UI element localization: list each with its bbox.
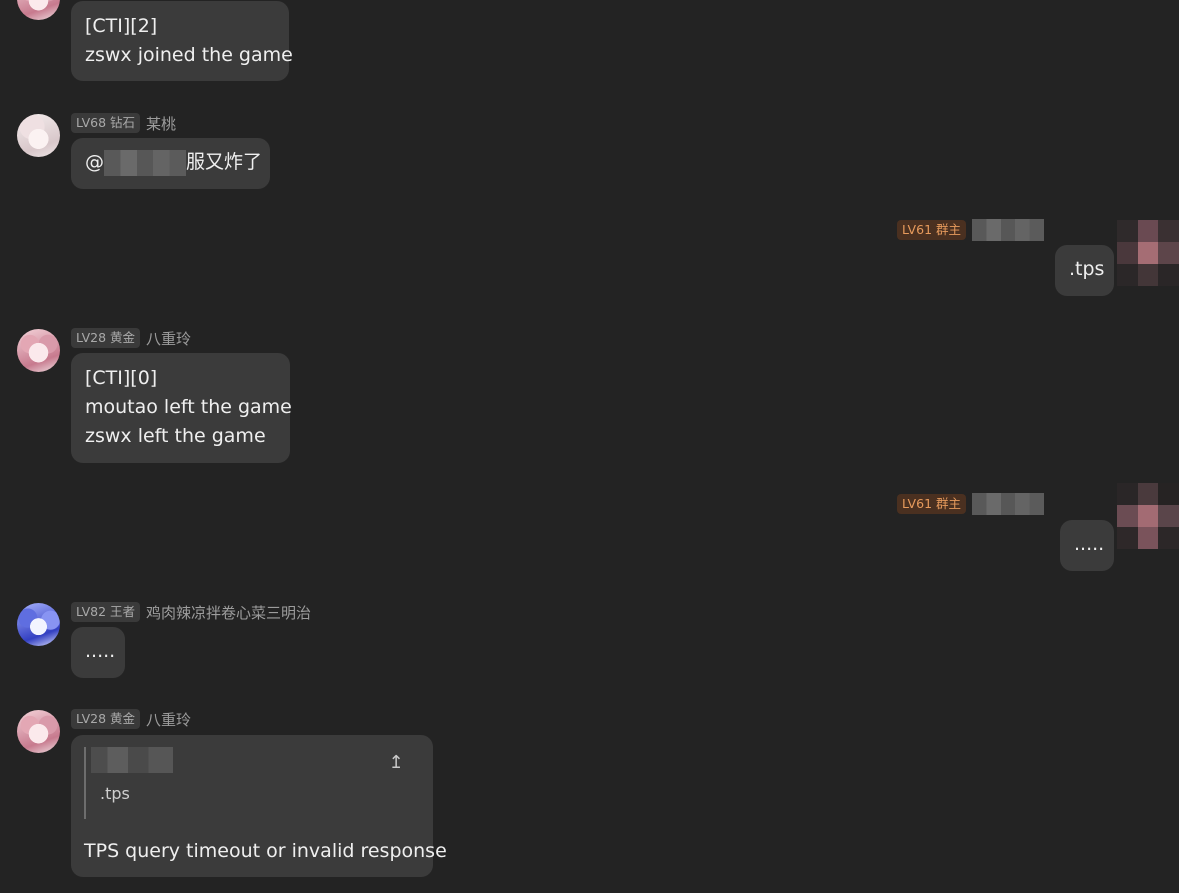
message-bubble[interactable]: .tps ↥ TPS query timeout or invalid resp… [71,735,447,877]
message-text-suffix: 服又炸了 [186,151,263,173]
sender-meta: LV28 黄金 八重玲 [71,328,191,348]
redacted-quote-author [91,747,173,773]
sender-meta: LV68 钻石 某桃 [71,113,176,133]
message-bubble[interactable]: [CTI][2] zswx joined the game [71,1,293,81]
level-badge: LV61 群主 [896,220,966,240]
avatar[interactable] [17,114,60,157]
quoted-text: .tps [100,784,130,803]
self-avatar-pixelated[interactable] [1117,483,1179,549]
message-bubble[interactable]: [CTI][0] moutao left the game zswx left … [71,353,292,463]
level-badge: LV68 钻石 [71,113,141,133]
message-bubble[interactable]: @ 服又炸了 [71,138,270,189]
message-line: moutao left the game [85,396,292,418]
quoted-reply[interactable]: .tps ↥ [84,747,420,819]
sender-meta: LV61 群主 [896,493,1044,515]
message-text: .tps [1069,258,1105,280]
message-bubble[interactable]: ..... [1060,520,1114,571]
sender-meta: LV61 群主 [896,219,1044,241]
sender-name[interactable]: 八重玲 [146,328,191,349]
message-text: ..... [1074,533,1105,555]
level-badge: LV28 黄金 [71,328,141,348]
level-badge: LV61 群主 [896,494,966,514]
message-bubble[interactable]: .tps [1055,245,1114,296]
avatar[interactable] [17,0,60,20]
sender-name[interactable]: 某桃 [146,113,176,134]
self-avatar-pixelated[interactable] [1117,220,1179,286]
level-badge: LV28 黄金 [71,709,141,729]
message-line: zswx joined the game [85,44,293,66]
avatar[interactable] [17,710,60,753]
message-text: TPS query timeout or invalid response [84,840,447,862]
redacted-mention [104,149,186,176]
avatar[interactable] [17,603,60,646]
message-line: zswx left the game [85,425,266,447]
message-line: [CTI][0] [85,367,158,389]
redacted-name [972,219,1044,241]
message-line: [CTI][2] [85,15,158,37]
sender-meta: LV82 王者 鸡肉辣凉拌卷心菜三明治 [71,602,311,622]
sender-meta: LV28 黄金 八重玲 [71,709,191,729]
redacted-name [972,493,1044,515]
level-badge: LV82 王者 [71,602,141,622]
message-text: ..... [85,640,116,662]
sender-name[interactable]: 鸡肉辣凉拌卷心菜三明治 [146,602,311,623]
avatar[interactable] [17,329,60,372]
message-text-prefix: @ [85,151,104,173]
jump-to-quote-icon[interactable]: ↥ [386,753,406,773]
message-bubble[interactable]: ..... [71,627,125,678]
sender-name[interactable]: 八重玲 [146,709,191,730]
